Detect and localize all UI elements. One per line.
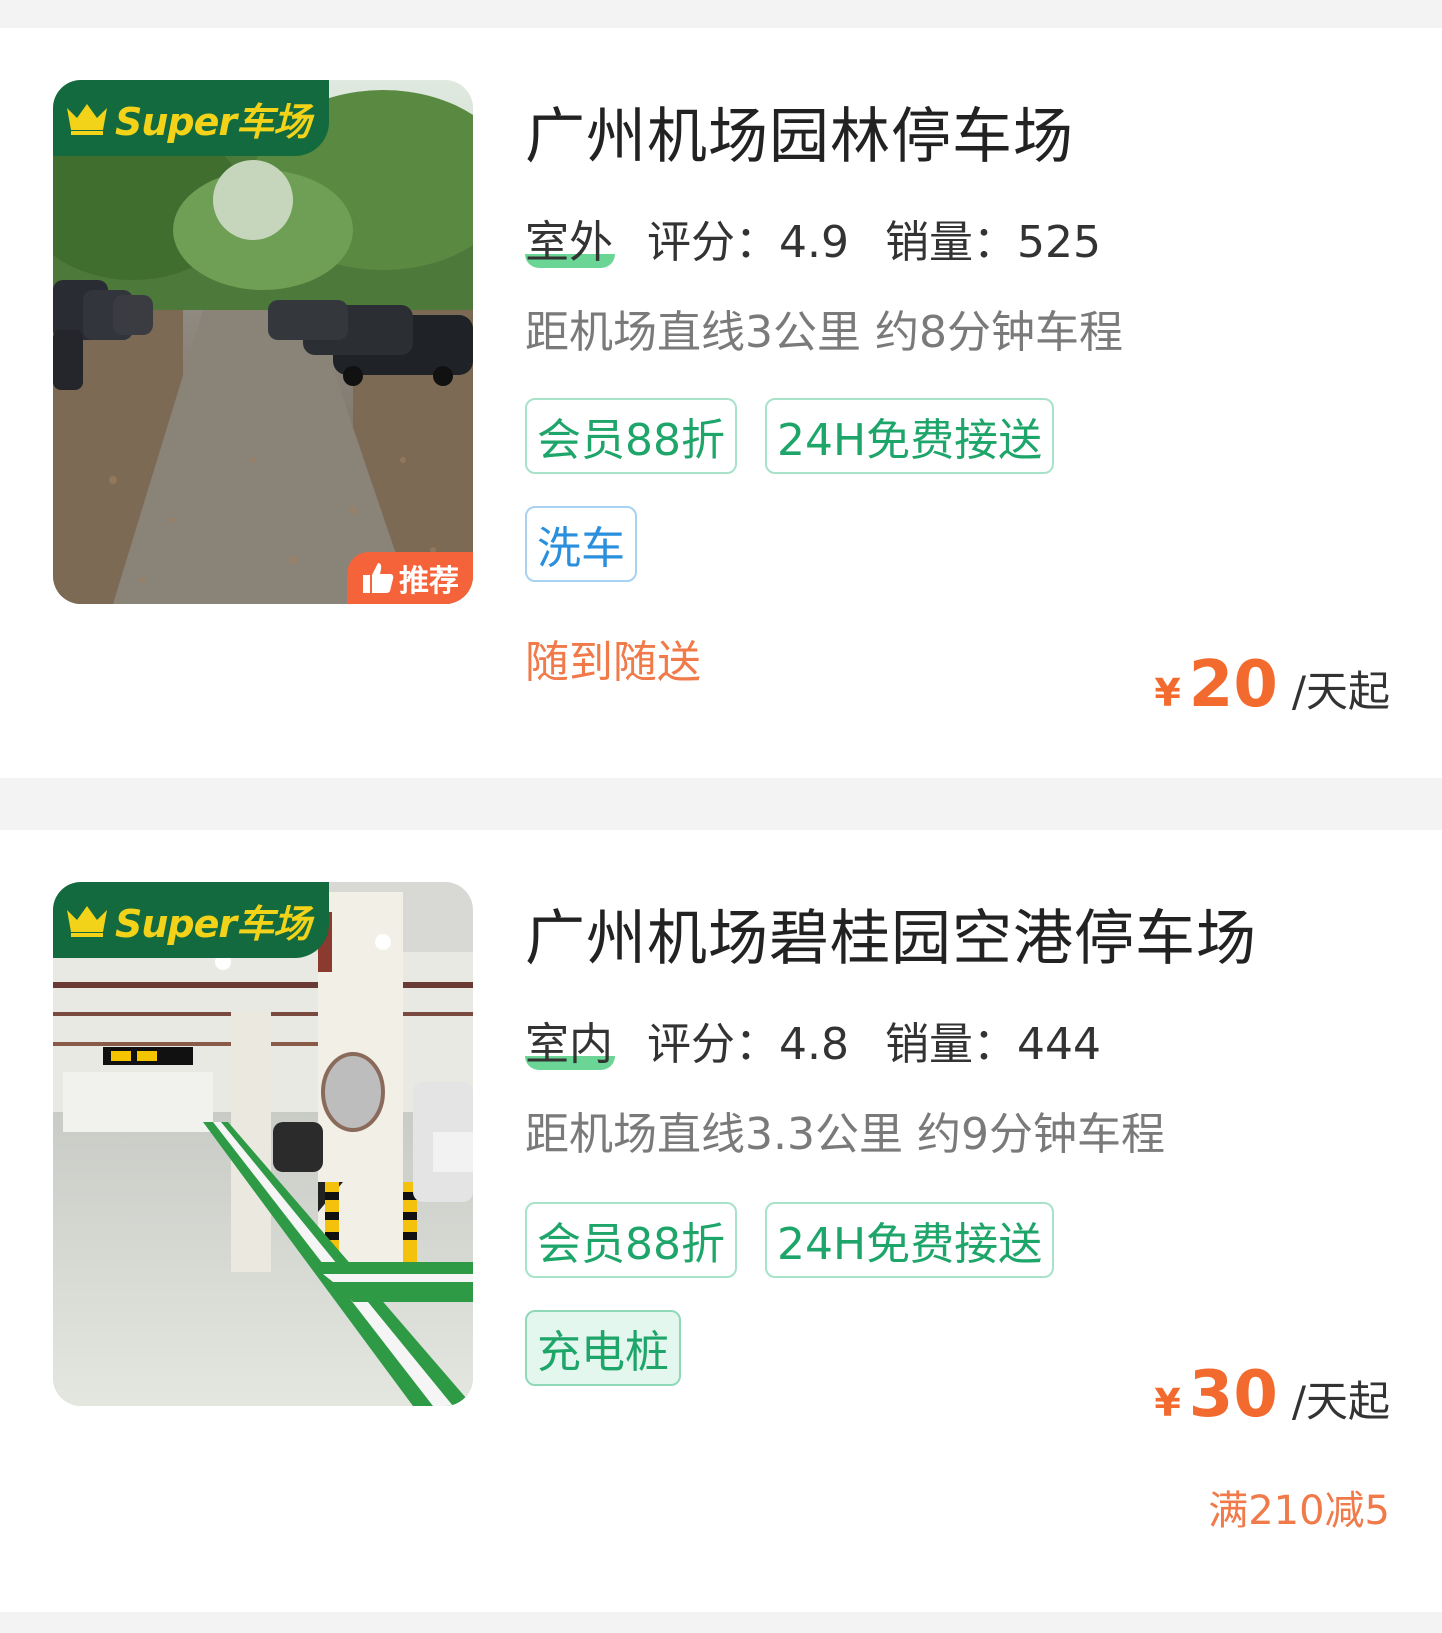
super-parking-badge: Super车场 (53, 882, 329, 958)
charging-pile-tag: 充电桩 (525, 1310, 681, 1386)
distance-info: 距机场直线3公里 约8分钟车程 (525, 307, 1123, 358)
indoor-parking-image (53, 882, 473, 1406)
currency-symbol: ¥ (1154, 671, 1181, 715)
price-amount: 20 (1188, 648, 1278, 722)
rating: 评分：4.8 (647, 1019, 849, 1070)
recommend-badge: 推荐 (347, 552, 473, 604)
price: ¥ 30 /天起 (1154, 1358, 1390, 1432)
service-tags: 会员88折 24H免费接送 (525, 1202, 1082, 1278)
outdoor-parking-image (53, 80, 473, 604)
price-unit: /天起 (1291, 1377, 1390, 1426)
crown-icon (67, 104, 107, 135)
crown-icon (67, 906, 107, 937)
car-wash-tag: 洗车 (525, 506, 637, 582)
discount-label: 满210减5 (1208, 1488, 1390, 1534)
parking-card[interactable]: Super车场 广州机场碧桂园空港停车场 室内 评分：4.8 销量：444 距机… (0, 830, 1442, 1612)
rating: 评分：4.9 (647, 217, 849, 268)
environment-tag: 室内 (525, 1019, 615, 1070)
price: ¥ 20 /天起 (1154, 648, 1390, 722)
extra-tags: 充电桩 (525, 1310, 709, 1386)
parking-photo[interactable]: Super车场 推荐 (53, 80, 473, 604)
thumb-up-icon (363, 563, 394, 593)
parking-card[interactable]: Super车场 推荐 广州机场园林停车场 室外 评分：4.9 销量：525 距机… (0, 28, 1442, 778)
parking-meta: 室外 评分：4.9 销量：525 (525, 206, 1137, 270)
service-note: 随到随送 (525, 637, 701, 688)
parking-list: Super车场 推荐 广州机场园林停车场 室外 评分：4.9 销量：525 距机… (0, 0, 1442, 1633)
currency-symbol: ¥ (1154, 1381, 1181, 1425)
parking-title[interactable]: 广州机场碧桂园空港停车场 (525, 890, 1257, 977)
badge-label: Super车场 (115, 99, 311, 144)
price-unit: /天起 (1291, 667, 1390, 716)
badge-label: Super车场 (115, 901, 311, 946)
member-discount-tag: 会员88折 (525, 398, 737, 474)
parking-meta: 室内 评分：4.8 销量：444 (525, 1008, 1137, 1072)
extra-tags: 洗车 (525, 506, 665, 582)
parking-title[interactable]: 广州机场园林停车场 (525, 88, 1074, 175)
environment-tag: 室外 (525, 217, 615, 268)
member-discount-tag: 会员88折 (525, 1202, 737, 1278)
super-parking-badge: Super车场 (53, 80, 329, 156)
shuttle-tag: 24H免费接送 (765, 1202, 1055, 1278)
sales: 销量：525 (884, 217, 1101, 268)
price-amount: 30 (1188, 1358, 1278, 1432)
shuttle-tag: 24H免费接送 (765, 398, 1055, 474)
sales: 销量：444 (884, 1019, 1101, 1070)
recommend-label: 推荐 (399, 564, 459, 599)
service-tags: 会员88折 24H免费接送 (525, 398, 1082, 474)
distance-info: 距机场直线3.3公里 约9分钟车程 (525, 1109, 1165, 1160)
parking-photo[interactable]: Super车场 (53, 882, 473, 1406)
